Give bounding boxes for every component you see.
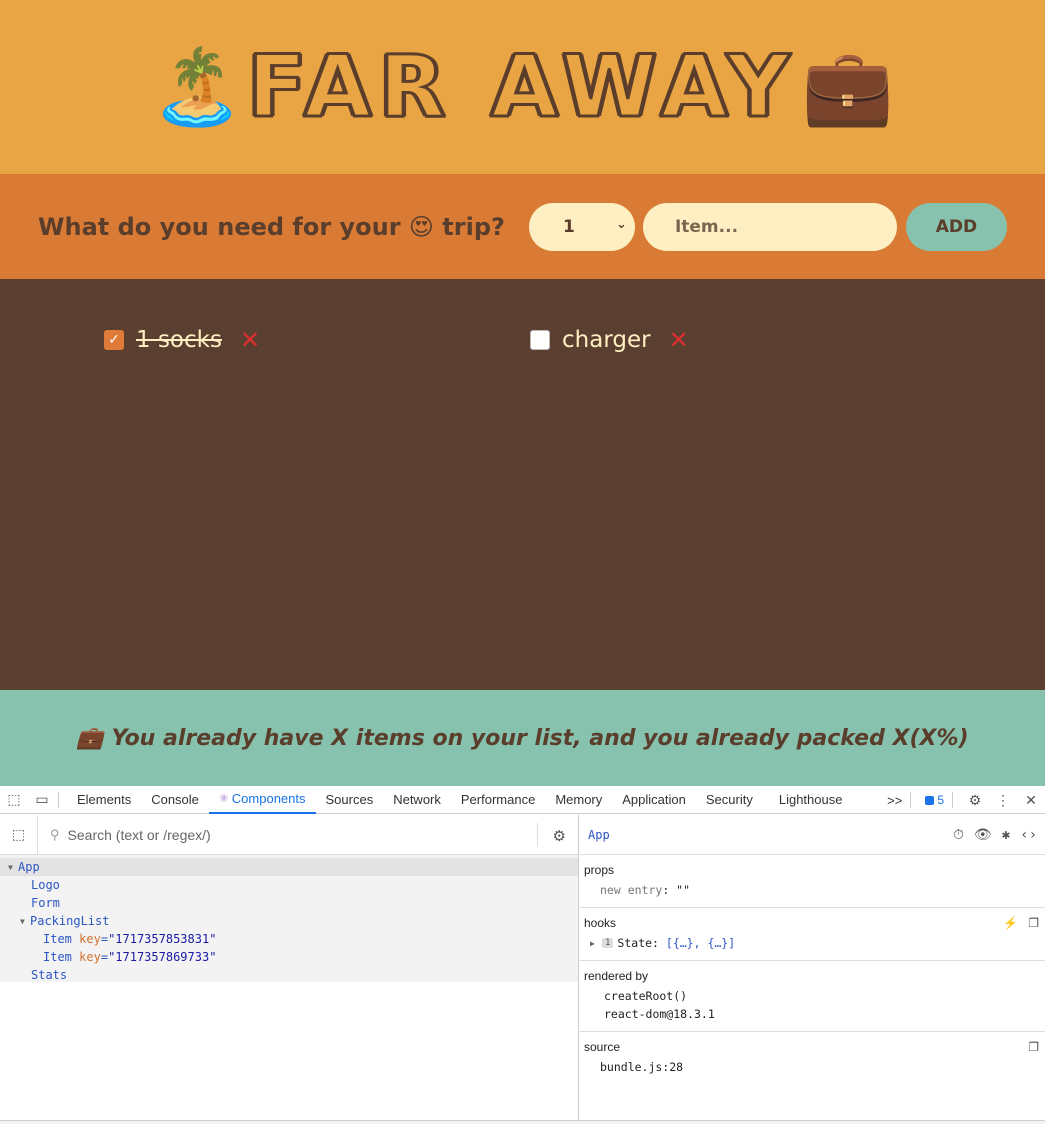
devtools-tabbar: ⬚ ▭ Elements Console ⚛ Components Sources… bbox=[0, 786, 1045, 814]
packed-checkbox[interactable]: ✓ bbox=[104, 330, 124, 350]
tree-node-stats[interactable]: Stats bbox=[0, 966, 578, 984]
component-inspector-pane: App ⏱ 👁 ✱ ‹› props new entry: "" hooks ⚡ bbox=[580, 815, 1045, 1120]
code-icon[interactable]: ‹› bbox=[1020, 827, 1037, 843]
message-icon bbox=[925, 795, 935, 805]
inspector-actions: ⏱ 👁 ✱ ‹› bbox=[953, 827, 1037, 843]
tab-console[interactable]: Console bbox=[141, 786, 209, 814]
stats-footer: 💼 You already have X items on your list,… bbox=[0, 690, 1045, 786]
add-button[interactable]: ADD bbox=[905, 202, 1007, 251]
tab-elements[interactable]: Elements bbox=[67, 786, 141, 814]
source-title: source bbox=[584, 1040, 621, 1054]
eye-icon[interactable]: 👁 bbox=[974, 827, 992, 843]
hooks-title: hooks bbox=[584, 916, 617, 930]
item-label: 1 socks bbox=[136, 327, 222, 353]
chevron-down-icon: ⌄ bbox=[616, 216, 627, 232]
hook-row[interactable]: ▶ 1 State: [{…}, {…}] bbox=[584, 934, 1041, 952]
devtools-body: ⬚ ⚲ Search (text or /regex/) ⚙ ▼ App Logo… bbox=[0, 814, 1045, 1124]
component-tree-pane: ⬚ ⚲ Search (text or /regex/) ⚙ ▼ App Logo… bbox=[0, 814, 579, 1120]
list-item: charger ✕ bbox=[530, 326, 689, 354]
tree-node-logo[interactable]: Logo bbox=[0, 876, 578, 894]
source-location[interactable]: bundle.js:28 bbox=[584, 1058, 1041, 1076]
component-search-row: ⬚ ⚲ Search (text or /regex/) ⚙ bbox=[0, 814, 578, 855]
tab-performance[interactable]: Performance bbox=[451, 786, 545, 814]
tab-lighthouse[interactable]: Lighthouse bbox=[769, 786, 853, 814]
logo-title: FAR AWAY bbox=[246, 36, 798, 139]
item-input-placeholder: Item... bbox=[674, 216, 739, 237]
search-icon: ⚲ bbox=[50, 826, 60, 842]
rendered-by-title: rendered by bbox=[584, 969, 649, 983]
add-item-form: What do you need for your 😍 trip? 1 ⌄ It… bbox=[0, 174, 1045, 279]
device-toolbar-icon[interactable]: ▭ bbox=[28, 786, 56, 814]
rendered-by-item: createRoot() bbox=[604, 989, 688, 1003]
bottom-bar bbox=[0, 1120, 1045, 1124]
props-title: props bbox=[584, 863, 615, 877]
inspector-header: App ⏱ 👁 ✱ ‹› bbox=[580, 815, 1045, 855]
logo: 🏝️ FAR AWAY 💼 bbox=[151, 36, 894, 139]
packed-checkbox[interactable] bbox=[530, 330, 550, 350]
kebab-menu-icon[interactable]: ⋮ bbox=[989, 786, 1017, 814]
settings-gear-icon[interactable]: ⚙ bbox=[553, 827, 566, 845]
tree-node-form[interactable]: Form bbox=[0, 894, 578, 912]
app-header: 🏝️ FAR AWAY 💼 bbox=[0, 0, 1045, 174]
tab-security[interactable]: Security bbox=[696, 786, 763, 814]
form-question: What do you need for your 😍 trip? bbox=[38, 212, 505, 241]
tab-network[interactable]: Network bbox=[383, 786, 451, 814]
prop-row[interactable]: new entry: "" bbox=[584, 881, 1041, 899]
delete-icon[interactable]: ✕ bbox=[240, 326, 260, 354]
timer-icon[interactable]: ⏱ bbox=[953, 827, 964, 843]
tab-memory[interactable]: Memory bbox=[545, 786, 612, 814]
issues-badge[interactable]: 5 bbox=[919, 793, 950, 807]
copy-icon[interactable]: ❐ bbox=[1028, 1040, 1039, 1054]
component-tree: ▼ App Logo Form ▼ PackingList Item key = "17… bbox=[0, 855, 578, 982]
delete-icon[interactable]: ✕ bbox=[669, 326, 689, 354]
packing-list: ✓ 1 socks ✕ charger ✕ bbox=[0, 279, 1045, 690]
tree-node-item[interactable]: Item key = "1717357853831" bbox=[0, 930, 578, 948]
collapse-triangle-icon[interactable]: ▼ bbox=[20, 917, 30, 926]
react-icon: ⚛ bbox=[218, 793, 229, 805]
props-section: props new entry: "" bbox=[580, 855, 1045, 908]
tab-components[interactable]: ⚛ Components bbox=[208, 786, 316, 814]
item-input[interactable]: Item... bbox=[642, 202, 897, 251]
rendered-by-item: react-dom@18.3.1 bbox=[604, 1007, 715, 1021]
search-input[interactable]: Search (text or /regex/) bbox=[68, 827, 211, 843]
list-item: ✓ 1 socks ✕ bbox=[104, 326, 260, 354]
quantity-value: 1 bbox=[562, 216, 575, 237]
copy-icon[interactable]: ❐ bbox=[1028, 916, 1039, 930]
source-section: source ❐ bundle.js:28 bbox=[580, 1032, 1045, 1084]
devtools-right-controls: >> 5 ⚙ ⋮ ✕ bbox=[881, 786, 1045, 814]
tree-node-item[interactable]: Item key = "1717357869733" bbox=[0, 948, 578, 966]
more-tabs-button[interactable]: >> bbox=[881, 786, 908, 814]
tree-node-packinglist[interactable]: ▼ PackingList bbox=[0, 912, 578, 930]
stats-text: 💼 You already have X items on your list,… bbox=[76, 725, 969, 751]
tree-node-app[interactable]: ▼ App bbox=[0, 858, 578, 876]
collapse-triangle-icon[interactable]: ▼ bbox=[8, 863, 18, 872]
inspect-element-icon[interactable]: ⬚ bbox=[0, 786, 28, 814]
gear-icon[interactable]: ⚙ bbox=[961, 786, 989, 814]
palm-island-icon: 🏝️ bbox=[151, 44, 244, 130]
devtools-panel: ⬚ ▭ Elements Console ⚛ Components Sources… bbox=[0, 786, 1045, 1124]
close-icon[interactable]: ✕ bbox=[1017, 786, 1045, 814]
quantity-select[interactable]: 1 ⌄ bbox=[528, 202, 635, 251]
item-label: charger bbox=[562, 327, 651, 353]
briefcase-icon: 💼 bbox=[801, 44, 894, 130]
selected-component-name: App bbox=[588, 827, 610, 842]
hooks-section: hooks ⚡ ❐ ▶ 1 State: [{…}, {…}] bbox=[580, 908, 1045, 961]
rendered-by-section: rendered by createRoot() react-dom@18.3.… bbox=[580, 961, 1045, 1032]
tab-application[interactable]: Application bbox=[612, 786, 696, 814]
expand-triangle-icon[interactable]: ▶ bbox=[590, 939, 602, 948]
magic-wand-icon[interactable]: ⚡ bbox=[1003, 916, 1018, 930]
bug-icon[interactable]: ✱ bbox=[1002, 827, 1010, 843]
tab-sources[interactable]: Sources bbox=[316, 786, 384, 814]
select-component-icon[interactable]: ⬚ bbox=[0, 814, 38, 855]
